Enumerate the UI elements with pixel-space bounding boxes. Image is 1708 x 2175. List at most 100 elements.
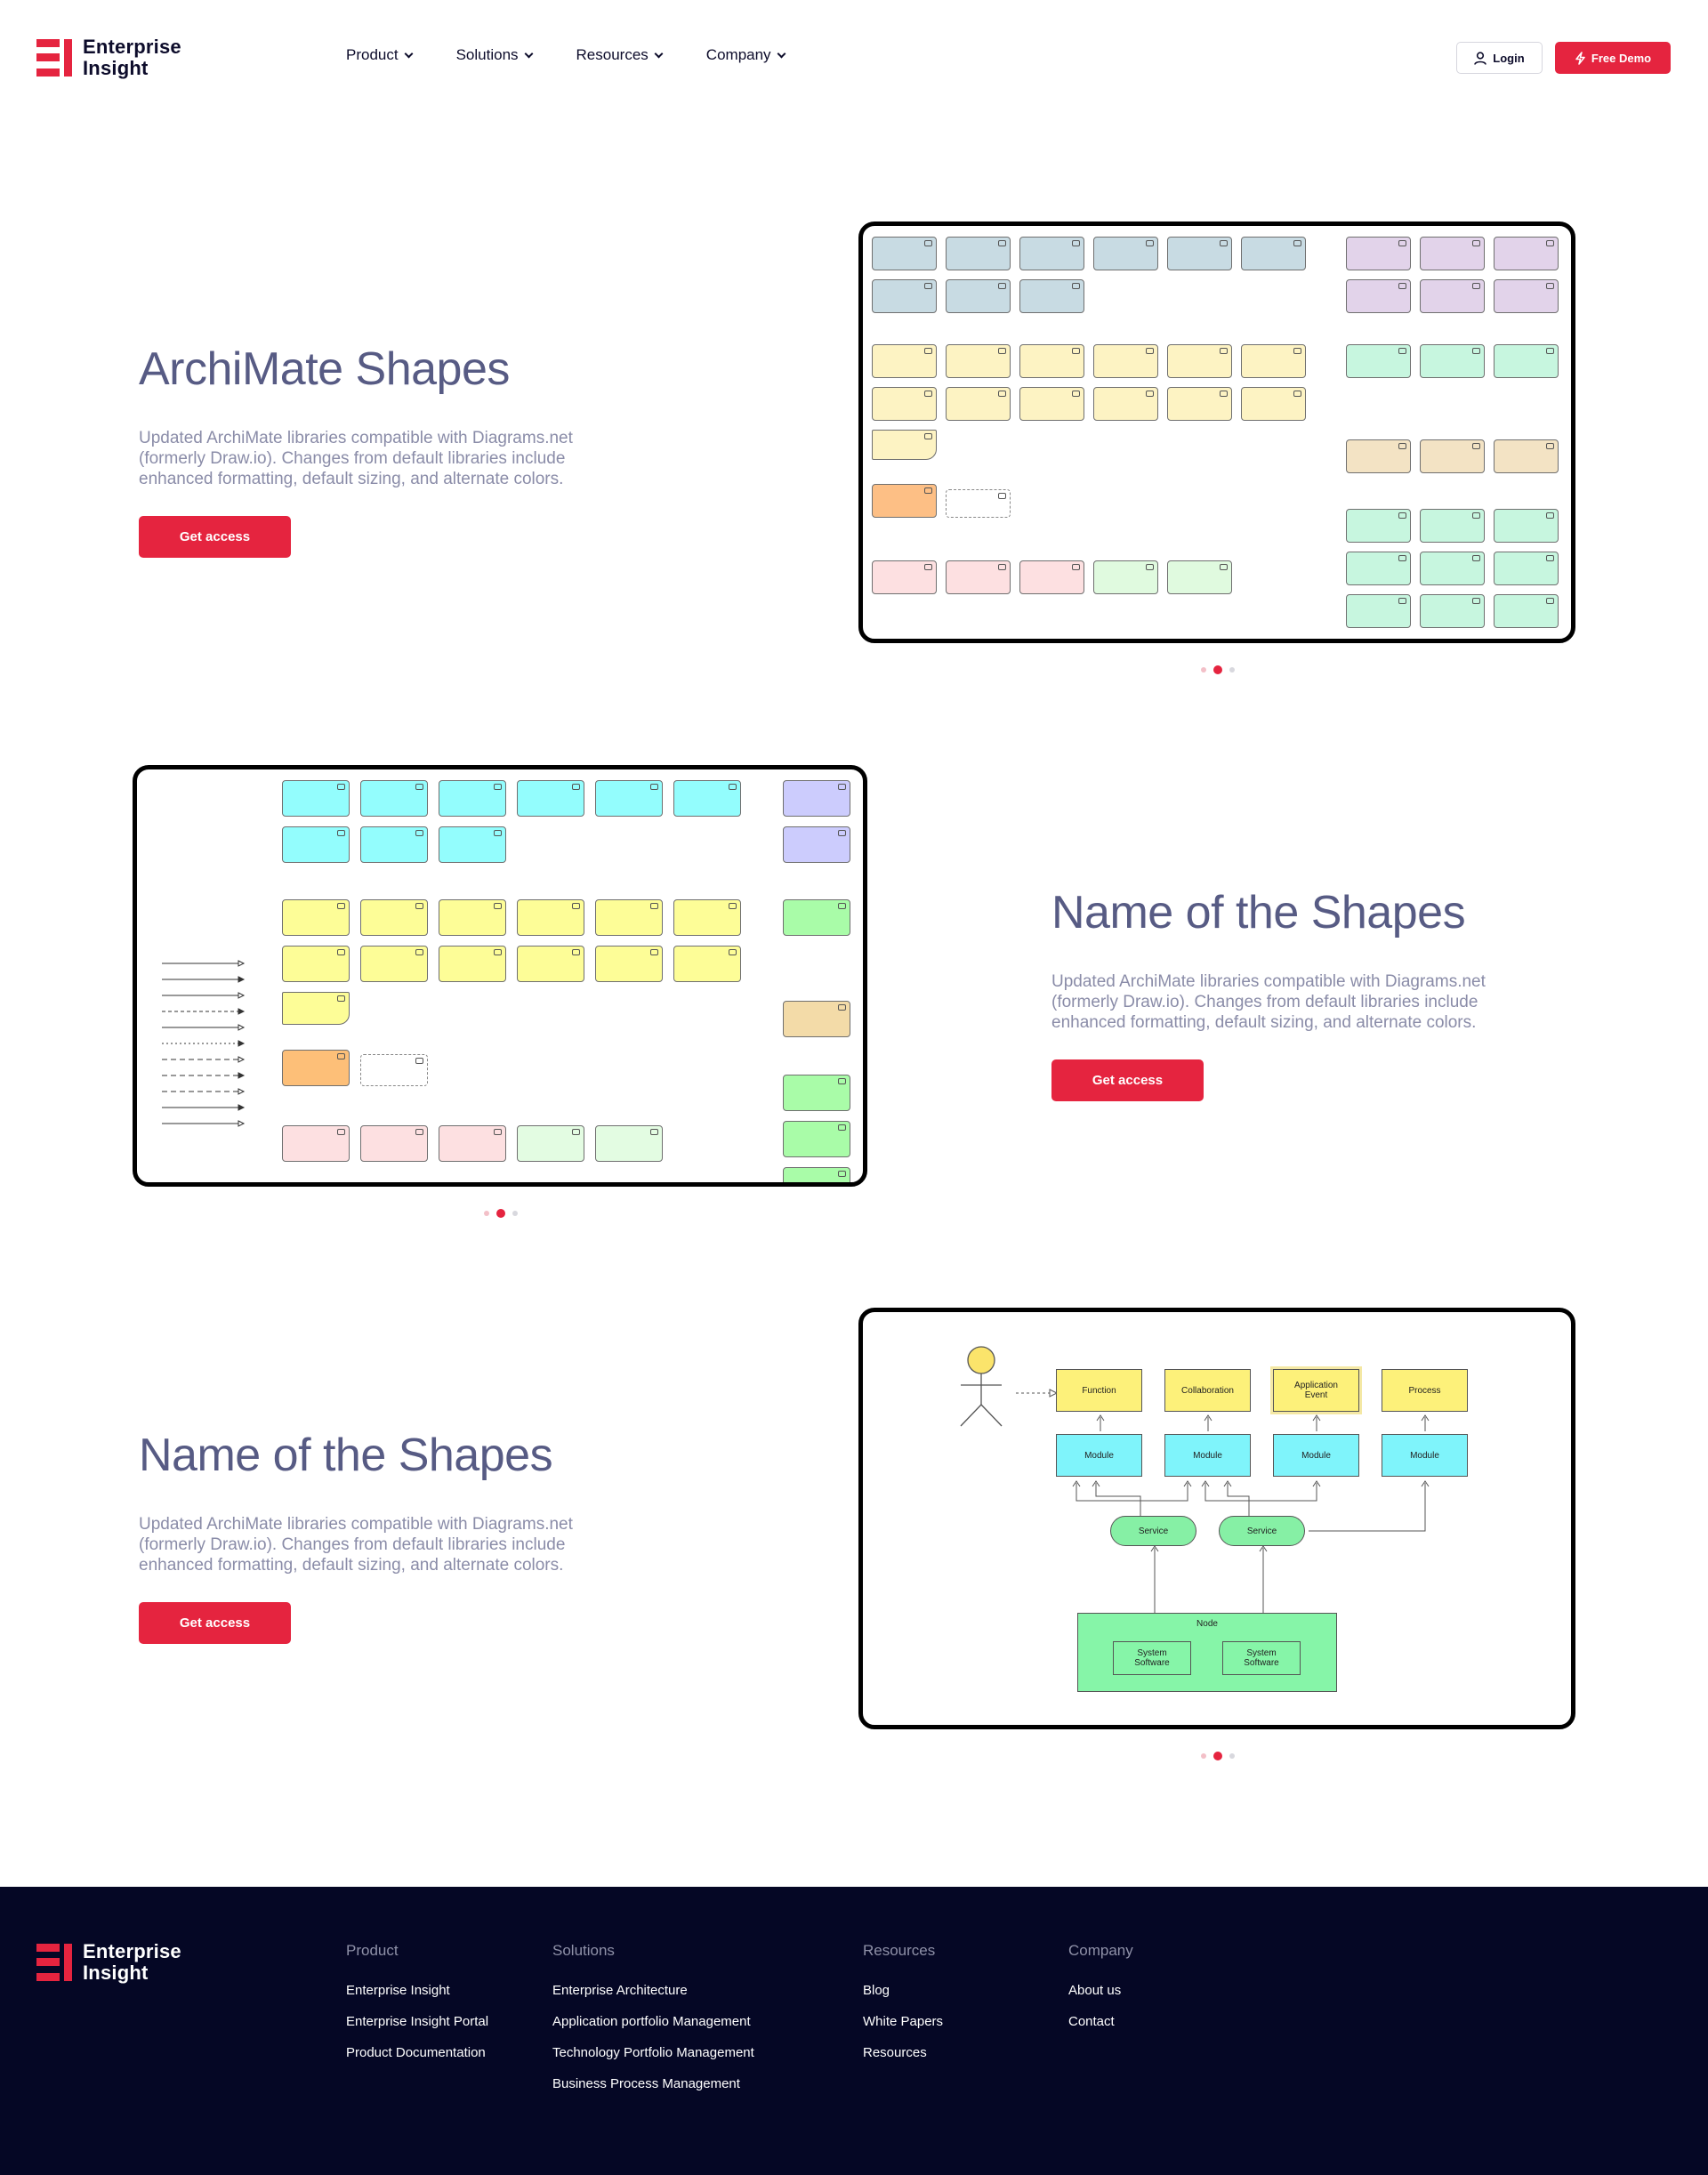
shape-glyph-icon <box>1398 555 1406 561</box>
shape-glyph-icon <box>415 1129 423 1135</box>
library-shape <box>282 1125 350 1162</box>
shape-glyph-icon <box>998 564 1006 570</box>
shape-glyph-icon <box>838 1124 846 1131</box>
library-shape <box>517 780 584 817</box>
library-shape <box>1494 509 1559 543</box>
library-shape <box>872 387 937 421</box>
carousel-dot-active[interactable] <box>496 1209 505 1218</box>
shape-glyph-icon <box>1220 240 1228 246</box>
brand-name-line2: Insight <box>83 1962 149 1984</box>
library-shape <box>1167 560 1232 594</box>
nav-item-solutions[interactable]: Solutions <box>456 46 533 64</box>
section-title: ArchiMate Shapes <box>139 343 510 395</box>
shape-glyph-icon <box>1546 598 1554 604</box>
footer-link[interactable]: Blog <box>863 1983 943 1998</box>
carousel-dot[interactable] <box>1229 667 1235 673</box>
chevron-down-icon <box>524 49 533 58</box>
brand-name-line1: Enterprise <box>83 36 181 58</box>
library-shape <box>783 826 850 863</box>
nav-item-product[interactable]: Product <box>346 46 414 64</box>
library-shape <box>946 489 1011 518</box>
free-demo-button[interactable]: Free Demo <box>1555 42 1671 74</box>
get-access-button[interactable]: Get access <box>139 516 291 558</box>
footer-link[interactable]: Resources <box>863 2045 943 2060</box>
footer-column-title: Product <box>346 1942 399 1959</box>
nav-item-label: Product <box>346 46 399 63</box>
shape-glyph-icon <box>415 903 423 909</box>
carousel-dot[interactable] <box>1201 667 1206 673</box>
shape-glyph-icon <box>924 283 932 289</box>
brand-logo[interactable]: Enterprise Insight <box>36 36 181 79</box>
footer-link[interactable]: Contact <box>1068 2014 1133 2029</box>
shape-glyph-icon <box>415 830 423 836</box>
shape-glyph-icon <box>337 830 345 836</box>
library-shape <box>872 344 937 378</box>
footer-link[interactable]: Business Process Management <box>552 2076 754 2091</box>
brand-name-line2: Insight <box>83 57 149 79</box>
footer-column-resources: Resources Blog White Papers Resources <box>863 1942 943 2076</box>
shape-glyph-icon <box>1546 283 1554 289</box>
shape-glyph-icon <box>337 903 345 909</box>
shape-glyph-icon <box>1072 240 1080 246</box>
library-shape <box>282 992 350 1025</box>
shape-glyph-icon <box>572 949 580 955</box>
library-shape <box>595 1125 663 1162</box>
library-shape <box>1420 439 1485 473</box>
library-shape <box>872 237 937 270</box>
carousel-dot-active[interactable] <box>1213 665 1222 674</box>
footer-link[interactable]: Application portfolio Management <box>552 2014 754 2029</box>
shape-glyph-icon <box>1546 555 1554 561</box>
shape-glyph-icon <box>838 903 846 909</box>
footer-link[interactable]: Enterprise Insight <box>346 1983 488 1998</box>
library-shape <box>783 1121 850 1157</box>
function-box: Function <box>1056 1369 1142 1412</box>
shape-glyph-icon <box>650 784 658 790</box>
carousel-dot[interactable] <box>1229 1753 1235 1759</box>
application-event-label: Application Event <box>1294 1381 1338 1400</box>
carousel-dot-active[interactable] <box>1213 1752 1222 1760</box>
shape-glyph-icon <box>415 784 423 790</box>
footer-link[interactable]: Enterprise Architecture <box>552 1983 754 1998</box>
library-shape <box>517 1125 584 1162</box>
library-shape <box>1019 560 1084 594</box>
library-shape <box>439 780 506 817</box>
shape-glyph-icon <box>494 830 502 836</box>
footer-link[interactable]: White Papers <box>863 2014 943 2029</box>
carousel-dot[interactable] <box>1201 1753 1206 1759</box>
library-shape <box>946 279 1011 313</box>
service-label: Service <box>1138 1526 1169 1536</box>
library-shape <box>360 826 428 863</box>
shape-glyph-icon <box>415 949 423 955</box>
carousel-dot[interactable] <box>512 1211 518 1216</box>
get-access-button[interactable]: Get access <box>1051 1059 1204 1101</box>
footer-column-title: Solutions <box>552 1942 615 1959</box>
shape-glyph-icon <box>572 1129 580 1135</box>
section-title: Name of the Shapes <box>1051 887 1466 938</box>
section-description: Updated ArchiMate libraries compatible w… <box>139 429 573 488</box>
nav-item-company[interactable]: Company <box>706 46 786 64</box>
footer-link[interactable]: About us <box>1068 1983 1133 1998</box>
library-shape <box>282 899 350 936</box>
library-shape <box>1494 552 1559 585</box>
library-shape <box>1019 279 1084 313</box>
nav-item-resources[interactable]: Resources <box>576 46 664 64</box>
shape-glyph-icon <box>1472 512 1480 519</box>
carousel-dot[interactable] <box>484 1211 489 1216</box>
footer-link[interactable]: Enterprise Insight Portal <box>346 2014 488 2029</box>
footer-link[interactable]: Product Documentation <box>346 2045 488 2060</box>
library-shape <box>360 899 428 936</box>
login-button[interactable]: Login <box>1456 42 1543 74</box>
get-access-button[interactable]: Get access <box>139 1602 291 1644</box>
footer-brand-logo[interactable]: Enterprise Insight <box>36 1941 181 1984</box>
shape-glyph-icon <box>494 1129 502 1135</box>
footer-link[interactable]: Technology Portfolio Management <box>552 2045 754 2060</box>
free-demo-label: Free Demo <box>1591 51 1652 65</box>
shape-glyph-icon <box>1472 443 1480 449</box>
section-name-of-shapes-2: Name of the Shapes Updated ArchiMate lib… <box>139 1429 637 1644</box>
library-shape <box>673 946 741 982</box>
shape-glyph-icon <box>337 995 345 1002</box>
library-shape <box>1346 552 1411 585</box>
library-shape <box>439 899 506 936</box>
library-shape <box>1420 509 1485 543</box>
shape-glyph-icon <box>1293 240 1301 246</box>
